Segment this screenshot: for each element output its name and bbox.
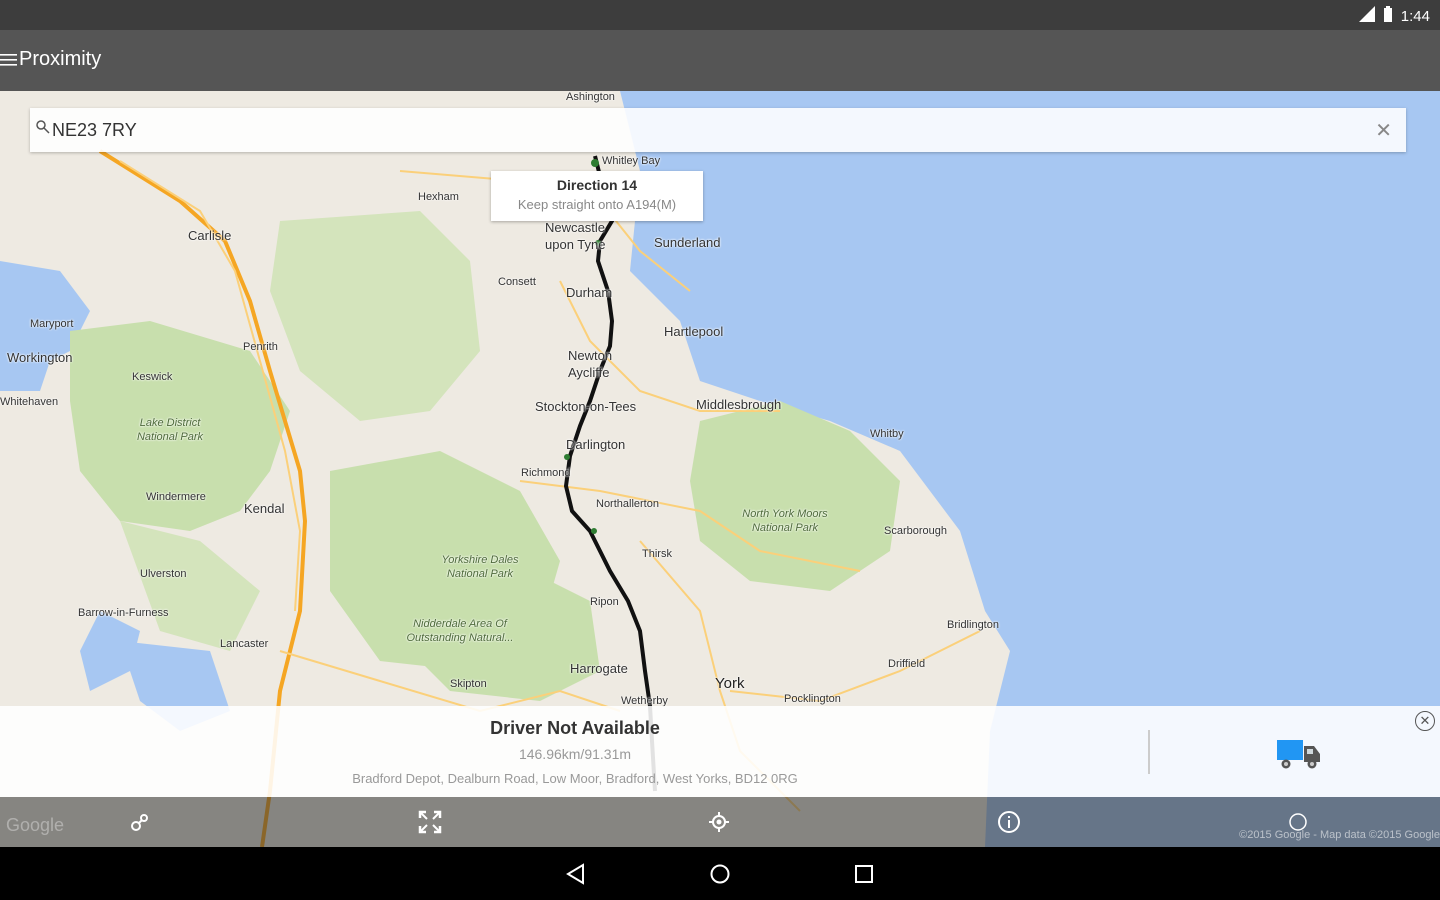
map-label: Lancaster — [220, 638, 269, 650]
home-icon[interactable] — [707, 861, 733, 887]
signal-icon — [1358, 6, 1375, 26]
google-logo: Google — [6, 815, 65, 835]
search-input[interactable] — [52, 108, 1352, 152]
driver-distance: 146.96km/91.31m — [518, 746, 632, 762]
map-label: Carlisle — [188, 228, 232, 243]
recents-icon[interactable] — [851, 861, 877, 887]
panel-divider — [1148, 730, 1150, 774]
map-label: Richmond — [521, 467, 571, 479]
map-label: Ripon — [590, 596, 619, 608]
map-label: Kendal — [244, 501, 285, 516]
map-label: Barrow-in-Furness — [78, 607, 169, 619]
hamburger-menu-icon[interactable] — [0, 52, 18, 68]
map-label: Whitby — [870, 428, 904, 440]
search-bar: ✕ — [30, 108, 1406, 152]
fullscreen-icon[interactable] — [414, 806, 446, 838]
map-label: Scarborough — [884, 525, 947, 537]
map-label: Stockton-on-Tees — [535, 399, 637, 414]
map-label: Harrogate — [570, 661, 628, 676]
app-bar: Proximity — [0, 30, 1440, 91]
driver-status-title: Driver Not Available — [490, 718, 660, 738]
map-label: Windermere — [146, 491, 206, 503]
map-label: Newton Aycliffe — [568, 348, 613, 380]
driver-panel[interactable]: Driver Not Available 146.96km/91.31m Bra… — [0, 706, 1440, 797]
map-label: Ulverston — [140, 568, 187, 580]
map-label: Hexham — [418, 191, 459, 203]
map-label: Pocklington — [784, 693, 841, 705]
map-label: Whitehaven — [0, 396, 59, 408]
map-label: Thirsk — [642, 548, 672, 560]
route-settings-icon[interactable] — [124, 806, 156, 838]
system-nav-bar — [0, 847, 1440, 900]
callout-subtitle: Keep straight onto A194(M) — [517, 197, 677, 212]
map-label: Northallerton — [596, 498, 659, 510]
park-label: Lake District National Park — [136, 417, 204, 443]
map-label: Keswick — [132, 371, 173, 383]
map-label: Darlington — [566, 437, 626, 452]
status-icons: 1:44 — [1358, 6, 1430, 26]
my-location-icon[interactable] — [703, 806, 735, 838]
status-bar: 1:44 — [0, 0, 1440, 30]
map-label: York — [715, 675, 745, 692]
map-label: Durham — [566, 285, 613, 300]
map-label: Penrith — [243, 341, 278, 353]
back-icon[interactable] — [563, 861, 589, 887]
map-label: Ashington — [566, 91, 615, 103]
park-label: Nidderdale Area Of Outstanding Natural..… — [406, 618, 514, 644]
map-toolbar: Google ©2015 Google - Map data ©2015 Goo… — [0, 797, 1440, 847]
callout-title: Direction 14 — [556, 177, 638, 193]
status-time: 1:44 — [1400, 7, 1430, 25]
map-label: Maryport — [30, 318, 74, 330]
search-icon[interactable] — [36, 120, 50, 139]
close-circle-icon[interactable]: ✕ — [1415, 711, 1435, 731]
map-label: Workington — [7, 350, 73, 365]
map-label: Bridlington — [947, 619, 999, 631]
map-label: Consett — [498, 276, 536, 288]
map-label: Whitley Bay — [602, 155, 661, 167]
map-label: Driffield — [888, 658, 926, 670]
park-label: Yorkshire Dales National Park — [441, 554, 519, 580]
app-title: Proximity — [19, 48, 102, 70]
map-label: Hartlepool — [664, 324, 724, 339]
map-copyright: ©2015 Google - Map data ©2015 Google — [1239, 829, 1440, 841]
map-label: Sunderland — [654, 235, 721, 250]
map-label: Middlesbrough — [696, 397, 782, 412]
direction-callout[interactable]: Direction 14 Keep straight onto A194(M) — [491, 171, 703, 221]
info-icon[interactable] — [993, 806, 1025, 838]
driver-address: Bradford Depot, Dealburn Road, Low Moor,… — [352, 771, 798, 786]
map-label: Skipton — [450, 678, 487, 690]
truck-icon[interactable] — [1276, 738, 1322, 775]
park-label: North York Moors National Park — [742, 508, 828, 534]
map-label: Newcastle upon Tyne — [545, 220, 606, 252]
battery-icon — [1383, 6, 1393, 26]
close-icon[interactable]: ✕ — [1375, 118, 1392, 143]
